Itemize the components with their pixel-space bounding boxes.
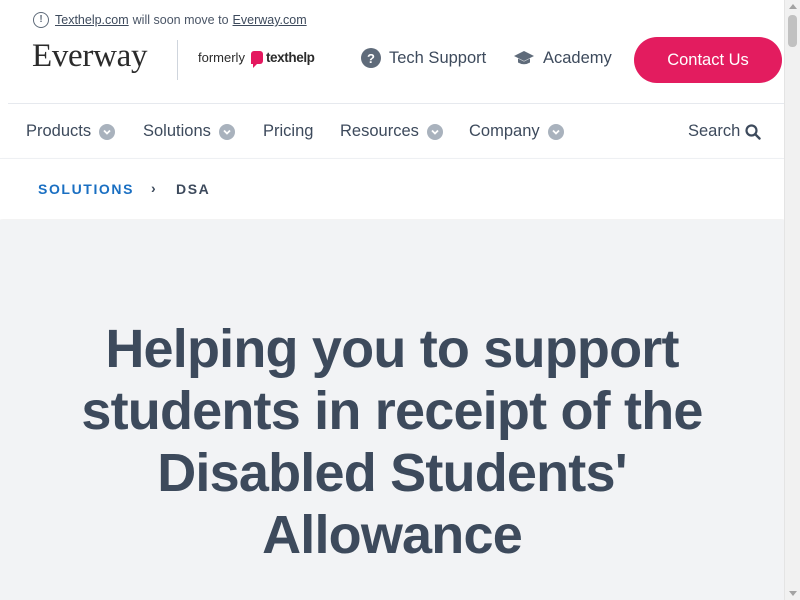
- vertical-scrollbar[interactable]: [784, 0, 800, 600]
- academy-link[interactable]: Academy: [513, 48, 612, 68]
- nav-item-products[interactable]: Products: [26, 122, 116, 141]
- everway-logo[interactable]: Everway: [32, 38, 147, 75]
- breadcrumb-current-page: DSA: [176, 181, 211, 197]
- texthelp-wordmark: texthelp: [265, 50, 315, 65]
- notice-text: will soon move to: [132, 13, 229, 27]
- search-icon: [745, 123, 761, 140]
- nav-item-solutions[interactable]: Solutions: [143, 122, 235, 141]
- nav-label: Resources: [340, 122, 419, 140]
- scrollbar-thumb[interactable]: [788, 15, 797, 47]
- breadcrumb-separator-icon: ›: [151, 180, 156, 196]
- search-button[interactable]: Search: [688, 122, 761, 141]
- tech-support-label: Tech Support: [389, 48, 487, 67]
- question-icon: ?: [361, 48, 381, 68]
- nav-label: Company: [469, 122, 540, 140]
- scroll-down-arrow-icon[interactable]: [789, 591, 797, 596]
- nav-item-resources[interactable]: Resources: [340, 122, 443, 141]
- chevron-down-icon: [218, 123, 235, 140]
- site-header: Everway formerly texthelp ? Tech Support…: [0, 30, 784, 104]
- contact-us-button[interactable]: Contact Us: [634, 37, 782, 83]
- nav-label: Pricing: [263, 122, 314, 140]
- texthelp-logo-icon: [250, 51, 263, 68]
- nav-label: Solutions: [143, 122, 211, 140]
- scroll-up-arrow-icon[interactable]: [789, 4, 797, 9]
- nav-label: Products: [26, 122, 92, 140]
- texthelp-link[interactable]: Texthelp.com: [55, 13, 129, 27]
- academy-label: Academy: [543, 48, 612, 67]
- domain-notice-bar: ! Texthelp.com will soon move to Everway…: [33, 10, 307, 30]
- tech-support-link[interactable]: ? Tech Support: [361, 48, 486, 68]
- graduation-cap-icon: [514, 51, 534, 65]
- formerly-texthelp-badge: formerly texthelp: [198, 50, 315, 68]
- nav-item-pricing[interactable]: Pricing: [263, 122, 313, 141]
- hero-section: Helping you to support students in recei…: [0, 220, 784, 600]
- info-icon: !: [33, 12, 49, 28]
- main-nav: Products Solutions Pricing Resources Com…: [0, 104, 784, 158]
- breadcrumb-solutions-link[interactable]: SOLUTIONS: [38, 181, 134, 197]
- formerly-label: formerly: [198, 50, 245, 65]
- search-label: Search: [688, 122, 741, 140]
- page: ! Texthelp.com will soon move to Everway…: [0, 0, 784, 600]
- chevron-down-icon: [99, 123, 116, 140]
- chevron-down-icon: [547, 123, 564, 140]
- nav-item-company[interactable]: Company: [469, 122, 564, 141]
- breadcrumb: SOLUTIONS › DSA: [0, 158, 784, 219]
- chevron-down-icon: [426, 123, 443, 140]
- logo-divider: [177, 40, 178, 80]
- everway-link[interactable]: Everway.com: [233, 13, 307, 27]
- hero-title: Helping you to support students in recei…: [81, 319, 703, 565]
